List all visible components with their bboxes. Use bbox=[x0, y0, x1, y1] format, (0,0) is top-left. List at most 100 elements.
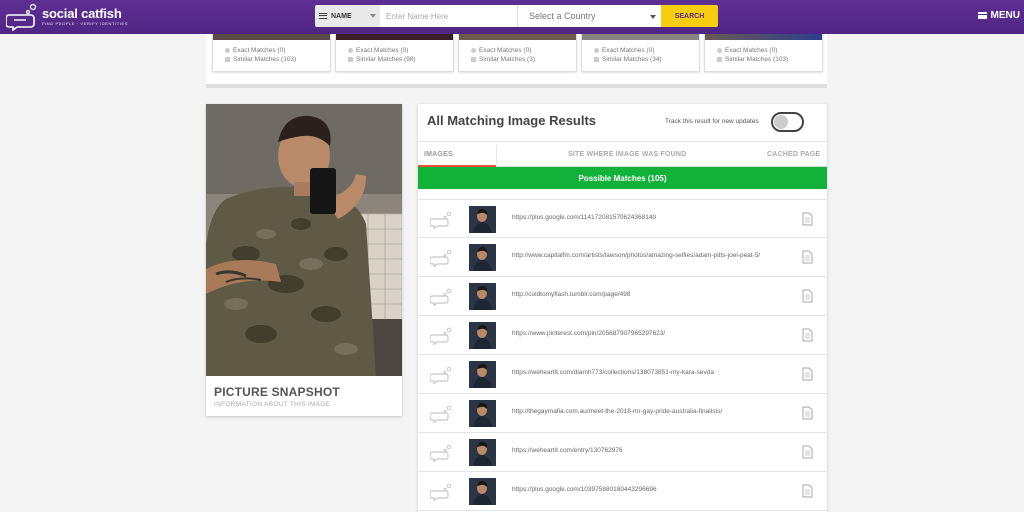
result-row[interactable]: http://coldtomyflash.tumblr.com/page/498 bbox=[418, 277, 827, 316]
cached-page-document-icon[interactable] bbox=[802, 212, 813, 226]
result-url[interactable]: https://www.pinterest.com/pin/2056879079… bbox=[512, 330, 665, 337]
result-thumbnail[interactable] bbox=[469, 400, 496, 427]
result-thumbnail[interactable] bbox=[469, 478, 496, 505]
results-tabs: IMAGES SITE WHERE IMAGE WAS FOUND CACHED… bbox=[418, 141, 827, 168]
chat-bubbles-logo-icon bbox=[6, 3, 37, 31]
match-summary-card[interactable]: Exact Matches (0) Similar Matches (103) bbox=[212, 34, 331, 72]
search-type-dropdown[interactable]: NAME bbox=[315, 5, 380, 27]
result-url[interactable]: https://weheartit.com/entry/130762976 bbox=[512, 447, 623, 454]
chat-bubbles-icon[interactable] bbox=[430, 288, 452, 306]
tab-images[interactable]: IMAGES bbox=[424, 151, 453, 158]
result-url[interactable]: https://plus.google.com/1039758801804432… bbox=[512, 486, 657, 493]
chat-bubbles-icon[interactable] bbox=[430, 211, 452, 229]
possible-matches-banner: Possible Matches (105) bbox=[418, 167, 827, 189]
result-url[interactable]: http://thegaymafia.com.au/meet-the-2018-… bbox=[512, 408, 722, 415]
result-thumbnail[interactable] bbox=[469, 206, 496, 233]
exact-match-icon bbox=[225, 48, 230, 53]
menu-button[interactable]: MENU bbox=[977, 10, 1020, 21]
exact-match-icon bbox=[348, 48, 353, 53]
country-select-value: Select a Country bbox=[529, 11, 596, 21]
similar-match-icon bbox=[348, 57, 353, 62]
chat-bubbles-icon[interactable] bbox=[430, 366, 452, 384]
result-thumbnail[interactable] bbox=[469, 439, 496, 466]
cached-page-document-icon[interactable] bbox=[802, 484, 813, 498]
similar-match-icon bbox=[594, 57, 599, 62]
cached-page-document-icon[interactable] bbox=[802, 289, 813, 303]
name-search-placeholder: Enter Name Here bbox=[386, 11, 449, 21]
exact-matches-text: Exact Matches (0) bbox=[356, 47, 409, 54]
search-button[interactable]: SEARCH bbox=[661, 5, 718, 27]
card-thumbnail bbox=[705, 34, 822, 40]
profile-title: PICTURE SNAPSHOT bbox=[214, 385, 340, 399]
chat-bubbles-icon[interactable] bbox=[430, 249, 452, 267]
result-row[interactable]: https://plus.google.com/1141720815706243… bbox=[418, 199, 827, 238]
similar-matches-text: Similar Matches (103) bbox=[725, 56, 789, 63]
uploaded-photo bbox=[206, 104, 402, 376]
toggle-knob bbox=[774, 115, 788, 129]
match-summary-card[interactable]: Exact Matches (0) Similar Matches (34) bbox=[581, 34, 700, 72]
results-list: https://plus.google.com/1141720815706243… bbox=[418, 199, 827, 511]
exact-match-icon bbox=[471, 48, 476, 53]
profile-subtitle: INFORMATION ABOUT THIS IMAGE bbox=[214, 401, 331, 408]
logo-name: social catfish bbox=[42, 6, 122, 21]
track-updates-toggle[interactable] bbox=[771, 112, 804, 132]
exact-matches-text: Exact Matches (0) bbox=[725, 47, 778, 54]
hamburger-icon bbox=[977, 12, 987, 19]
tab-site-found[interactable]: SITE WHERE IMAGE WAS FOUND bbox=[568, 151, 686, 158]
exact-match-icon bbox=[717, 48, 722, 53]
similar-matches-text: Similar Matches (103) bbox=[233, 56, 297, 63]
result-thumbnail[interactable] bbox=[469, 244, 496, 271]
similar-match-icon bbox=[225, 57, 230, 62]
card-thumbnail bbox=[336, 34, 453, 40]
result-url[interactable]: http://coldtomyflash.tumblr.com/page/498 bbox=[512, 291, 631, 298]
result-row[interactable]: https://weheartit.com/entry/130762976 bbox=[418, 433, 827, 472]
cached-page-document-icon[interactable] bbox=[802, 328, 813, 342]
result-row[interactable]: https://weheartit.com/diamh773/collectio… bbox=[418, 355, 827, 394]
result-row[interactable]: http://thegaymafia.com.au/meet-the-2018-… bbox=[418, 394, 827, 433]
logo-tagline: FIND PEOPLE · VERIFY IDENTITIES bbox=[42, 21, 129, 26]
chat-bubbles-icon[interactable] bbox=[430, 483, 452, 501]
list-icon bbox=[319, 13, 327, 19]
exact-matches-text: Exact Matches (0) bbox=[479, 47, 532, 54]
result-url[interactable]: http://www.capitalfm.com/artists/lawson/… bbox=[512, 252, 760, 259]
exact-matches-text: Exact Matches (0) bbox=[233, 47, 286, 54]
cached-page-document-icon[interactable] bbox=[802, 406, 813, 420]
match-summary-card[interactable]: Exact Matches (0) Similar Matches (98) bbox=[335, 34, 454, 72]
chat-bubbles-icon[interactable] bbox=[430, 405, 452, 423]
chat-bubbles-icon[interactable] bbox=[430, 327, 452, 345]
exact-match-icon bbox=[594, 48, 599, 53]
exact-matches-text: Exact Matches (0) bbox=[602, 47, 655, 54]
similar-matches-text: Similar Matches (3) bbox=[479, 56, 535, 63]
chat-bubbles-icon[interactable] bbox=[430, 444, 452, 462]
result-thumbnail[interactable] bbox=[469, 322, 496, 349]
similar-matches-text: Similar Matches (98) bbox=[356, 56, 416, 63]
site-logo[interactable]: social catfish FIND PEOPLE · VERIFY IDEN… bbox=[6, 2, 128, 32]
similar-match-icon bbox=[717, 57, 722, 62]
match-summary-strip: Exact Matches (0) Similar Matches (103) … bbox=[206, 34, 827, 88]
cached-page-document-icon[interactable] bbox=[802, 250, 813, 264]
name-search-input[interactable]: Enter Name Here bbox=[380, 5, 518, 27]
tab-cached-page[interactable]: CACHED PAGE bbox=[767, 151, 820, 158]
result-thumbnail[interactable] bbox=[469, 283, 496, 310]
result-row[interactable]: https://www.pinterest.com/pin/2056879079… bbox=[418, 316, 827, 355]
dropdown-caret-icon bbox=[650, 15, 656, 19]
country-select[interactable]: Select a Country bbox=[518, 5, 661, 27]
results-title: All Matching Image Results bbox=[427, 113, 597, 128]
picture-snapshot-card: PICTURE SNAPSHOT INFORMATION ABOUT THIS … bbox=[206, 104, 402, 416]
cached-page-document-icon[interactable] bbox=[802, 367, 813, 381]
result-url[interactable]: https://plus.google.com/1141720815706243… bbox=[512, 214, 656, 221]
dropdown-caret-icon bbox=[370, 14, 376, 18]
similar-match-icon bbox=[471, 57, 476, 62]
match-summary-card[interactable]: Exact Matches (0) Similar Matches (103) bbox=[704, 34, 823, 72]
result-url[interactable]: https://weheartit.com/diamh773/collectio… bbox=[512, 369, 714, 376]
result-row[interactable]: http://www.capitalfm.com/artists/lawson/… bbox=[418, 238, 827, 277]
match-summary-card[interactable]: Exact Matches (0) Similar Matches (3) bbox=[458, 34, 577, 72]
cached-page-document-icon[interactable] bbox=[802, 445, 813, 459]
result-thumbnail[interactable] bbox=[469, 361, 496, 388]
card-thumbnail bbox=[459, 34, 576, 40]
similar-matches-text: Similar Matches (34) bbox=[602, 56, 662, 63]
top-navigation-bar: social catfish FIND PEOPLE · VERIFY IDEN… bbox=[0, 0, 1024, 34]
result-row[interactable]: https://plus.google.com/1039758801804432… bbox=[418, 472, 827, 511]
search-bar: NAME Enter Name Here Select a Country SE… bbox=[315, 5, 718, 27]
track-updates-label: Track this result for new updates bbox=[665, 118, 759, 125]
